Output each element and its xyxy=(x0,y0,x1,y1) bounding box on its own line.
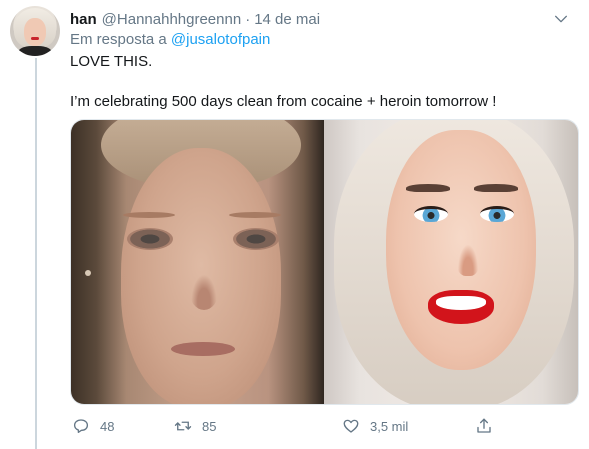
reply-prefix: Em resposta a xyxy=(70,31,171,48)
retweet-button[interactable]: 85 xyxy=(174,413,216,439)
like-count: 3,5 mil xyxy=(370,418,409,434)
tweet-timestamp[interactable]: 14 de mai xyxy=(254,11,320,28)
thread-line xyxy=(35,58,37,449)
retweet-icon xyxy=(174,421,192,431)
before-photo[interactable] xyxy=(71,120,324,404)
separator-dot: · xyxy=(245,10,251,28)
reply-count: 48 xyxy=(100,418,115,434)
reply-icon xyxy=(73,419,89,434)
tweet-header: han @Hannahhhgreennn · 14 de mai xyxy=(70,9,573,29)
like-button[interactable]: 3,5 mil xyxy=(342,413,408,439)
share-button[interactable] xyxy=(475,413,503,439)
chevron-down-icon[interactable] xyxy=(552,11,570,27)
avatar[interactable] xyxy=(10,6,60,56)
retweet-count: 85 xyxy=(202,418,217,434)
share-icon xyxy=(477,418,491,433)
tweet-actions: 48 85 3,5 mil xyxy=(70,413,510,439)
tweet-media[interactable] xyxy=(70,119,579,405)
after-photo[interactable] xyxy=(324,120,578,404)
author-handle[interactable]: @Hannahhhgreennn xyxy=(102,11,242,28)
tweet-text-line-2: I’m celebrating 500 days clean from coca… xyxy=(70,93,497,110)
reply-context: Em resposta a @jusalotofpain xyxy=(70,31,270,48)
author-name[interactable]: han xyxy=(70,11,97,28)
reply-to-link[interactable]: @jusalotofpain xyxy=(171,31,270,48)
tweet-text-line-1: LOVE THIS. xyxy=(70,53,153,70)
reply-button[interactable]: 48 xyxy=(72,413,114,439)
heart-icon xyxy=(343,419,359,433)
